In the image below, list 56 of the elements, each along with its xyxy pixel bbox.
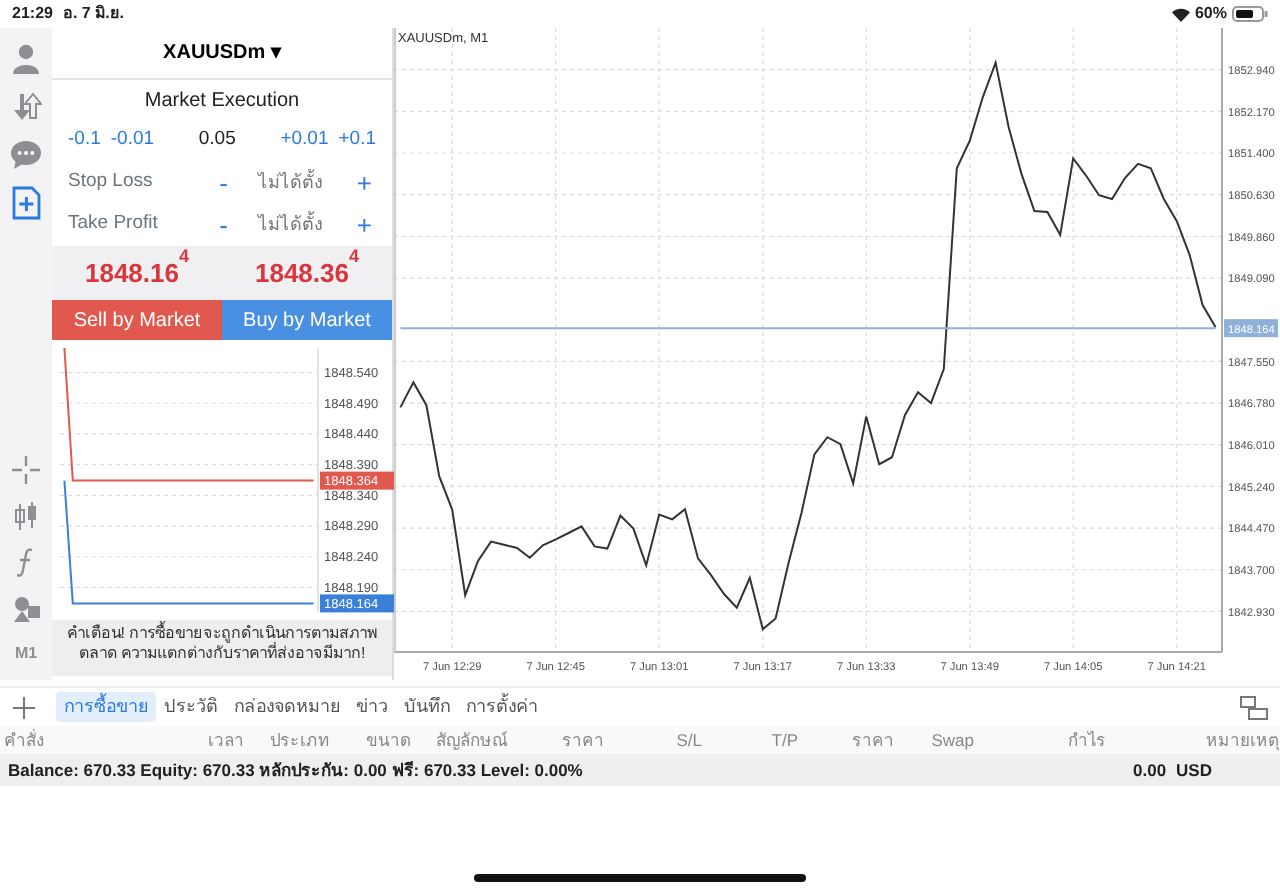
column-header: S/L bbox=[674, 727, 702, 753]
candlestick-icon[interactable] bbox=[10, 499, 42, 531]
status-time: 21:29 bbox=[12, 2, 53, 26]
column-header: เวลา bbox=[206, 727, 244, 753]
account-summary: Balance: 670.33 Equity: 670.33 หลักประกัน: 0.00 ฟรี: 670.33 Level: 0.00% bbox=[8, 757, 583, 783]
warning-text: คำเตือน! การซื้อขายจะถูกดำเนินการตามสภาพตลาด ความแตกต่างกับราคาที่ส่งอาจมีมาก! bbox=[64, 624, 380, 664]
terminal-tab[interactable]: การตั้งค่า bbox=[458, 691, 546, 723]
ask-price: 1848.36$^{4}$ bbox=[252, 253, 362, 292]
timeframe-button[interactable]: M1 bbox=[4, 630, 48, 676]
field-label: Stop Loss bbox=[68, 168, 153, 197]
column-header: กำไร bbox=[1066, 727, 1106, 753]
total-profit: 0.00 bbox=[1133, 757, 1167, 783]
wifi-icon bbox=[1171, 7, 1190, 21]
battery-level: 60% bbox=[1194, 2, 1227, 26]
order-type-label: Market Execution bbox=[144, 87, 300, 115]
input-field[interactable]: ไม่ได้ตั้ง bbox=[231, 167, 348, 199]
person-icon[interactable] bbox=[10, 41, 42, 75]
volume-value[interactable]: 0.05 bbox=[198, 126, 236, 156]
column-header: หมายเหตุ bbox=[1204, 727, 1280, 753]
increase-button[interactable]: + bbox=[352, 170, 376, 196]
column-header: สัญลักษณ์ bbox=[434, 727, 508, 753]
symbol-selector[interactable]: XAUUSDm ▾ bbox=[163, 38, 281, 68]
column-header: T/P bbox=[769, 727, 798, 753]
arrows-icon[interactable] bbox=[10, 89, 42, 123]
buy-button[interactable]: Buy by Market bbox=[222, 300, 392, 340]
column-header: ประเภท bbox=[268, 727, 330, 753]
bid-price: 1848.16$^{4}$ bbox=[82, 253, 192, 292]
document-plus-icon[interactable] bbox=[10, 185, 42, 219]
decrease-button[interactable]: - bbox=[215, 170, 232, 196]
volume-step-button[interactable]: -0.1 bbox=[68, 126, 101, 156]
input-field[interactable]: ไม่ได้ตั้ง bbox=[231, 209, 348, 241]
column-header: คำสั่ง bbox=[2, 727, 46, 753]
decrease-button[interactable]: - bbox=[215, 212, 232, 238]
volume-step-button[interactable]: +0.01 bbox=[280, 126, 329, 156]
column-header: ขนาด bbox=[364, 727, 412, 753]
add-icon[interactable] bbox=[12, 695, 36, 719]
column-header: ราคา bbox=[560, 727, 604, 753]
terminal-tab[interactable]: การซื้อขาย bbox=[56, 691, 156, 723]
column-header: Swap bbox=[929, 727, 974, 753]
currency-label: USD bbox=[1176, 757, 1212, 783]
volume-step-button[interactable]: -0.01 bbox=[110, 126, 155, 156]
status-date: อ. 7 มิ.ย. bbox=[62, 2, 125, 26]
field-label: Take Profit bbox=[68, 210, 158, 239]
layout-icon[interactable] bbox=[1240, 695, 1268, 719]
terminal-tab[interactable]: กล่องจดหมาย bbox=[226, 691, 348, 723]
increase-button[interactable]: + bbox=[352, 212, 376, 238]
shapes-icon[interactable] bbox=[10, 591, 42, 623]
crosshair-icon[interactable] bbox=[10, 453, 42, 485]
terminal-tab[interactable]: บันทึก bbox=[396, 691, 458, 723]
sell-button[interactable]: Sell by Market bbox=[52, 300, 222, 340]
terminal-tab[interactable]: ข่าว bbox=[348, 691, 396, 723]
chat-icon[interactable] bbox=[10, 137, 42, 171]
column-header: ราคา bbox=[850, 727, 894, 753]
terminal-tab[interactable]: ประวัติ bbox=[156, 691, 226, 723]
battery-icon bbox=[1232, 6, 1268, 22]
volume-step-button[interactable]: +0.1 bbox=[338, 126, 376, 156]
